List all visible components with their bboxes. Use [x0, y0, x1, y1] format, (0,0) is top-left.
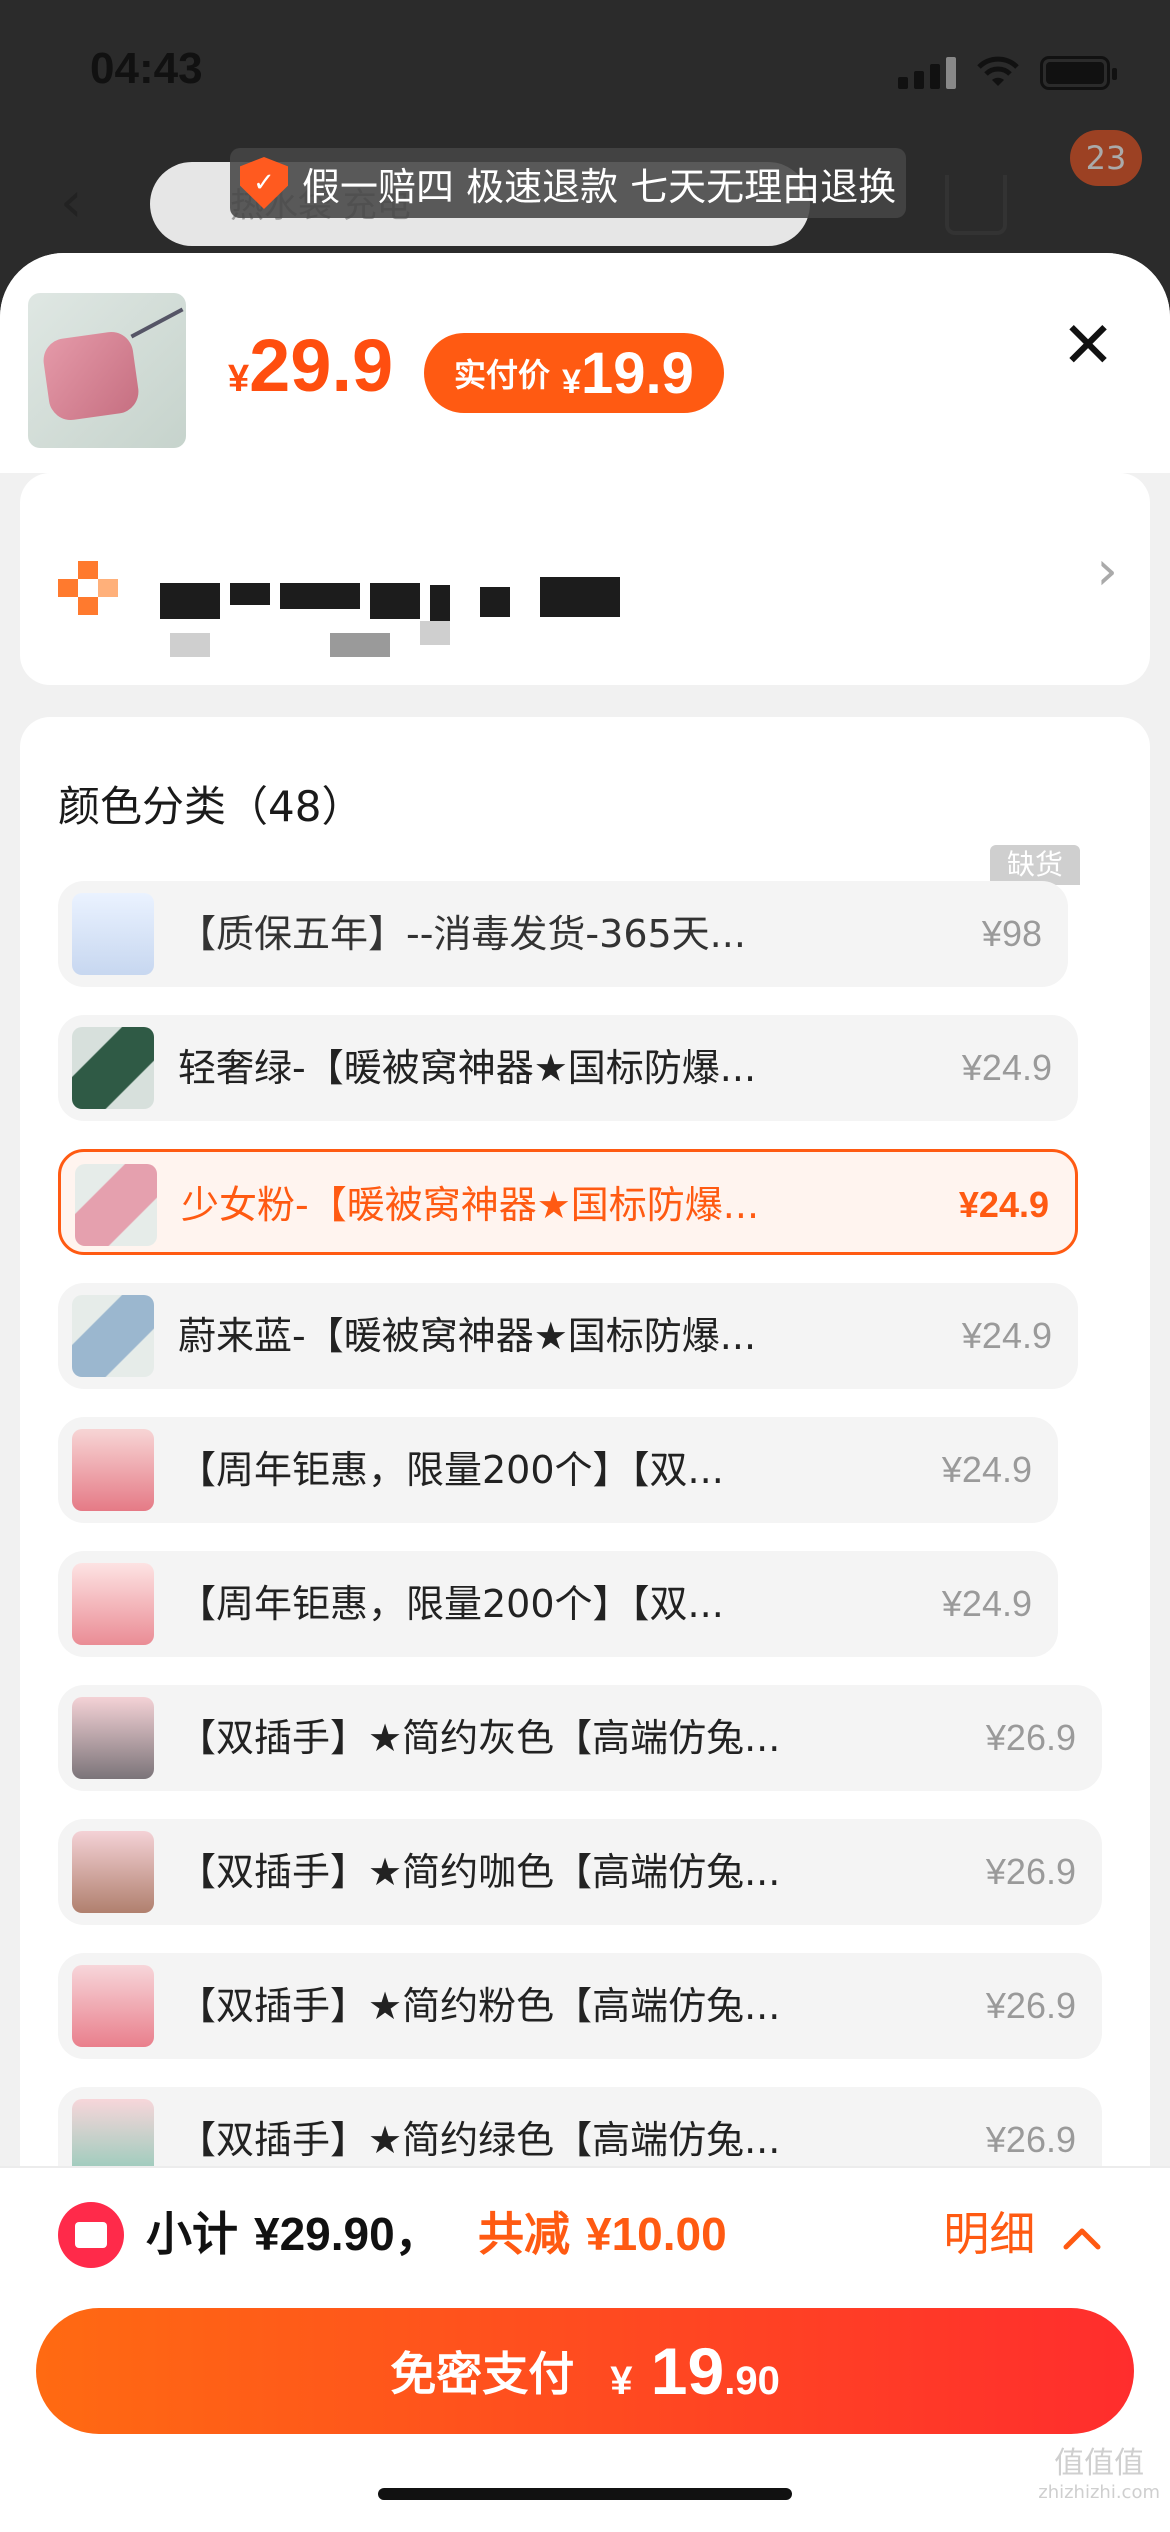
option-label: 【双插手】★简约咖色【高端仿兔... — [178, 1850, 781, 1894]
option-item[interactable]: 【双插手】★简约灰色【高端仿兔... ¥26.9 — [58, 1685, 1102, 1791]
discount-amount: ¥10.00 — [586, 2208, 727, 2260]
option-price: ¥98 — [981, 913, 1042, 954]
paid-price-badge: 实付价 ¥19.9 — [424, 333, 724, 413]
option-thumbnail — [72, 1563, 154, 1645]
option-price: ¥24.9 — [961, 1315, 1052, 1356]
cellular-signal-icon — [898, 57, 956, 89]
thumbnail-product-shape — [40, 329, 142, 423]
paid-price-amount: ¥19.9 — [562, 340, 694, 407]
options-title: 颜色分类（48） — [58, 782, 364, 831]
cart-count-badge: 23 — [1070, 130, 1142, 186]
option-thumbnail — [75, 1164, 157, 1246]
option-label: 【周年钜惠，限量200个】【双... — [178, 1582, 724, 1626]
option-price: ¥26.9 — [985, 1851, 1076, 1892]
price-detail-toggle[interactable]: 明细 — [943, 2198, 1102, 2264]
nav-bar: ‹ 热水袋 充电 ✓ 假一赔四 极速退款 七天无理由退换 — [0, 130, 1170, 250]
subtotal: 小计 ¥29.90， — [146, 2198, 441, 2264]
option-price: ¥24.9 — [961, 1047, 1052, 1088]
subtotal-amount: ¥29.90， — [254, 2208, 441, 2260]
option-label: 【周年钜惠，限量200个】【双... — [178, 1448, 724, 1492]
product-thumbnail[interactable] — [28, 293, 186, 448]
detail-label: 明细 — [943, 2207, 1036, 2261]
pay-currency: ¥ — [610, 2359, 633, 2403]
original-price: ¥29.9 — [228, 323, 393, 408]
price-currency: ¥ — [228, 358, 250, 400]
option-thumbnail — [72, 1295, 154, 1377]
option-thumbnail — [72, 893, 154, 975]
coupon-ticket-icon — [58, 2202, 124, 2268]
home-indicator[interactable] — [378, 2488, 792, 2500]
option-item[interactable]: 轻奢绿-【暖被窝神器★国标防爆... ¥24.9 — [58, 1015, 1078, 1121]
option-price: ¥24.9 — [941, 1583, 1032, 1624]
password-free-pay-button[interactable]: 免密支付 ¥ 19.90 — [36, 2308, 1134, 2434]
wifi-icon — [977, 56, 1019, 86]
option-item[interactable]: 【周年钜惠，限量200个】【双... ¥24.9 — [58, 1417, 1058, 1523]
chevron-right-icon: › — [1096, 539, 1118, 602]
option-thumbnail — [72, 1027, 154, 1109]
option-item-selected[interactable]: 少女粉-【暖被窝神器★国标防爆... ¥24.9 — [58, 1149, 1078, 1255]
location-icon — [58, 561, 120, 615]
shield-check-icon: ✓ — [240, 157, 288, 209]
watermark-sub: zhizhizhi.com — [1038, 2482, 1160, 2503]
option-label: 少女粉-【暖被窝神器★国标防爆... — [181, 1183, 760, 1227]
pay-amount: ¥ 19.90 — [610, 2333, 780, 2409]
option-item[interactable]: 【质保五年】--消毒发货-365天... ¥98 — [58, 881, 1068, 987]
option-price: ¥26.9 — [985, 1985, 1076, 2026]
subtotal-label: 小计 — [146, 2207, 238, 2261]
chevron-up-icon — [1063, 2228, 1101, 2249]
status-bar: 04:43 — [0, 0, 1170, 150]
thumbnail-cord-shape — [130, 307, 184, 339]
back-arrow-icon[interactable]: ‹ — [60, 170, 82, 235]
option-thumbnail — [72, 1965, 154, 2047]
option-label: 【双插手】★简约粉色【高端仿兔... — [178, 1984, 781, 2028]
checkout-footer: 小计 ¥29.90， 共减 ¥10.00 明细 免密支付 ¥ 19.90 值值值… — [0, 2166, 1170, 2532]
option-label: 蔚来蓝-【暖被窝神器★国标防爆... — [178, 1314, 757, 1358]
option-thumbnail — [72, 1697, 154, 1779]
paid-price-label: 实付价 — [454, 356, 551, 394]
address-card[interactable]: › — [20, 473, 1150, 685]
option-price: ¥24.9 — [958, 1184, 1049, 1225]
option-price: ¥26.9 — [985, 1717, 1076, 1758]
cart-icon[interactable] — [945, 175, 1007, 235]
option-thumbnail — [72, 1831, 154, 1913]
option-label: 轻奢绿-【暖被窝神器★国标防爆... — [178, 1046, 757, 1090]
watermark-main: 值值值 — [1054, 2446, 1145, 2481]
option-price: ¥24.9 — [941, 1449, 1032, 1490]
battery-icon — [1040, 56, 1117, 90]
status-icons — [898, 56, 1117, 90]
pay-decimal: .90 — [724, 2359, 780, 2403]
pay-integer: 19 — [650, 2334, 725, 2408]
close-icon[interactable]: ✕ — [1056, 313, 1120, 377]
option-label: 【质保五年】--消毒发货-365天... — [178, 912, 746, 956]
option-item[interactable]: 【双插手】★简约粉色【高端仿兔... ¥26.9 — [58, 1953, 1102, 2059]
option-item[interactable]: 【双插手】★简约咖色【高端仿兔... ¥26.9 — [58, 1819, 1102, 1925]
option-item[interactable]: 蔚来蓝-【暖被窝神器★国标防爆... ¥24.9 — [58, 1283, 1078, 1389]
guarantee-text: 假一赔四 极速退款 七天无理由退换 — [302, 164, 897, 209]
pay-label: 免密支付 — [390, 2347, 575, 2401]
out-of-stock-badge: 缺货 — [990, 845, 1080, 885]
watermark: 值值值 zhizhizhi.com — [1038, 2438, 1160, 2503]
option-item[interactable]: 【周年钜惠，限量200个】【双... ¥24.9 — [58, 1551, 1058, 1657]
discount-label: 共减 — [478, 2207, 570, 2261]
discount-total: 共减 ¥10.00 — [478, 2198, 727, 2264]
option-thumbnail — [72, 1429, 154, 1511]
guarantee-banner: ✓ 假一赔四 极速退款 七天无理由退换 — [230, 148, 907, 218]
sheet-header: ¥29.9 实付价 ¥19.9 ✕ — [0, 253, 1170, 473]
status-time: 04:43 — [90, 44, 203, 93]
price-value: 29.9 — [249, 324, 394, 407]
paid-value: 19.9 — [580, 340, 694, 406]
paid-currency: ¥ — [562, 362, 581, 401]
option-label: 【双插手】★简约灰色【高端仿兔... — [178, 1716, 781, 1760]
